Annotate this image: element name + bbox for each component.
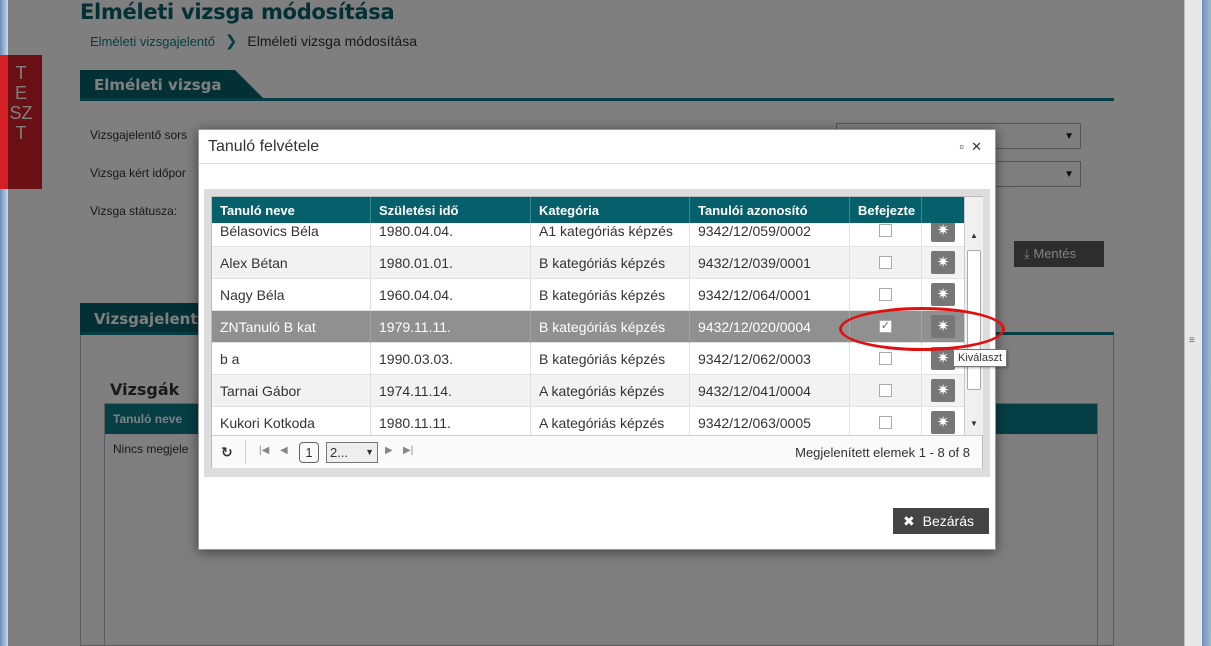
caret-down-icon: ▼ bbox=[365, 447, 374, 457]
grid-header: Tanuló neve Születési idő Kategória Tanu… bbox=[212, 197, 964, 223]
cell-birth: 1980.01.01. bbox=[371, 247, 531, 279]
cell-id: 9432/12/041/0004 bbox=[690, 375, 850, 407]
close-x-icon: ✖ bbox=[903, 513, 915, 529]
cell-name: b a bbox=[212, 343, 371, 375]
cell-done bbox=[850, 375, 922, 407]
pager-divider bbox=[245, 440, 246, 464]
scroll-grip-icon: ≡ bbox=[1189, 335, 1195, 346]
cell-birth: 1990.03.03. bbox=[371, 343, 531, 375]
window-scrollbar[interactable]: ≡ bbox=[1184, 0, 1211, 646]
scroll-down-icon[interactable]: ▼ bbox=[970, 419, 978, 428]
cell-id: 9432/12/039/0001 bbox=[690, 247, 850, 279]
cell-birth: 1974.11.14. bbox=[371, 375, 531, 407]
magic-wand-icon[interactable]: ✷ bbox=[931, 379, 955, 402]
cell-id: 9342/12/064/0001 bbox=[690, 279, 850, 311]
cell-action: ✷ bbox=[922, 407, 964, 435]
close-button-label: Bezárás bbox=[922, 513, 974, 529]
cell-name: ZNTanuló B kat bbox=[212, 311, 371, 343]
cell-id: 9342/12/062/0003 bbox=[690, 343, 850, 375]
cell-name: Alex Bétan bbox=[212, 247, 371, 279]
column-name[interactable]: Tanuló neve bbox=[212, 197, 371, 223]
close-button[interactable]: ✖ Bezárás bbox=[893, 508, 989, 534]
magic-wand-icon[interactable]: ✷ bbox=[931, 223, 955, 242]
cell-done bbox=[850, 407, 922, 435]
cell-birth: 1979.11.11. bbox=[371, 311, 531, 343]
table-row[interactable]: Bélasovics Béla 1980.04.04. A1 kategóriás … bbox=[212, 223, 964, 247]
cell-done bbox=[850, 223, 922, 247]
cell-action: ✷ bbox=[922, 223, 964, 247]
page-size-select[interactable]: 2... ▼ bbox=[326, 442, 378, 463]
done-checkbox[interactable] bbox=[879, 384, 892, 397]
window-frame-right bbox=[1202, 0, 1211, 646]
refresh-icon[interactable]: ↻ bbox=[221, 444, 233, 461]
cell-birth: 1960.04.04. bbox=[371, 279, 531, 311]
cell-name: Tarnai Gábor bbox=[212, 375, 371, 407]
magic-wand-icon[interactable]: ✷ bbox=[931, 283, 955, 306]
table-row[interactable]: Nagy Béla 1960.04.04. B kategóriás képzés 9… bbox=[212, 279, 964, 311]
done-checkbox[interactable] bbox=[879, 256, 892, 269]
cell-id: 9432/12/020/0004 bbox=[690, 311, 850, 343]
column-action bbox=[922, 197, 964, 223]
current-page[interactable]: 1 bbox=[299, 442, 319, 463]
column-category[interactable]: Kategória bbox=[531, 197, 690, 223]
cell-category: B kategóriás képzés bbox=[531, 311, 690, 343]
cell-done bbox=[850, 247, 922, 279]
done-checkbox[interactable] bbox=[879, 288, 892, 301]
cell-name: Nagy Béla bbox=[212, 279, 371, 311]
next-page-icon[interactable]: ▶ bbox=[385, 445, 393, 456]
scroll-up-icon[interactable]: ▲ bbox=[970, 231, 978, 240]
cell-birth: 1980.11.11. bbox=[371, 407, 531, 435]
dialog-header: Tanuló felvétele ▫ ✕ bbox=[199, 130, 995, 164]
cell-category: A kategóriás képzés bbox=[531, 407, 690, 435]
column-birth[interactable]: Születési idő bbox=[371, 197, 531, 223]
magic-wand-icon[interactable]: ✷ bbox=[931, 411, 955, 434]
table-row[interactable]: Tarnai Gábor 1974.11.14. A kategóriás képz… bbox=[212, 375, 964, 407]
column-id[interactable]: Tanulói azonosító bbox=[690, 197, 850, 223]
done-checkbox[interactable] bbox=[879, 416, 892, 429]
cell-action: ✷ bbox=[922, 375, 964, 407]
select-tooltip: Kiválaszt bbox=[953, 349, 1008, 367]
last-page-icon[interactable]: ▶| bbox=[403, 445, 413, 456]
cell-name: Bélasovics Béla bbox=[212, 223, 371, 247]
prev-page-icon[interactable]: ◀ bbox=[280, 445, 288, 456]
cell-category: B kategóriás képzés bbox=[531, 343, 690, 375]
grid-pager: ↻ |◀ ◀ 1 2... ▼ ▶ ▶| Megjelenített eleme… bbox=[212, 435, 982, 468]
pager-info: Megjelenített elemek 1 - 8 of 8 bbox=[795, 445, 970, 460]
cell-category: A kategóriás képzés bbox=[531, 375, 690, 407]
done-checkbox[interactable] bbox=[879, 352, 892, 365]
cell-birth: 1980.04.04. bbox=[371, 223, 531, 247]
table-row[interactable]: Kukori Kotkoda 1980.11.11. A kategóriás ké… bbox=[212, 407, 964, 435]
cell-category: B kategóriás képzés bbox=[531, 247, 690, 279]
page-size-value: 2... bbox=[330, 445, 349, 460]
maximize-icon[interactable]: ▫ bbox=[959, 139, 964, 154]
magic-wand-icon[interactable]: ✷ bbox=[931, 251, 955, 274]
table-row[interactable]: Alex Bétan 1980.01.01. B kategóriás képzés… bbox=[212, 247, 964, 279]
cell-name: Kukori Kotkoda bbox=[212, 407, 371, 435]
highlight-annotation bbox=[839, 307, 1005, 351]
cell-category: B kategóriás képzés bbox=[531, 279, 690, 311]
close-icon[interactable]: ✕ bbox=[971, 139, 982, 155]
cell-category: A1 kategóriás képzés bbox=[531, 223, 690, 247]
table-row[interactable]: b a 1990.03.03. B kategóriás képzés 9342/12… bbox=[212, 343, 964, 375]
cell-action: ✷ bbox=[922, 247, 964, 279]
dialog-title: Tanuló felvétele bbox=[208, 138, 320, 155]
cell-id: 9342/12/059/0002 bbox=[690, 223, 850, 247]
cell-id: 9342/12/063/0005 bbox=[690, 407, 850, 435]
done-checkbox[interactable] bbox=[879, 224, 892, 237]
first-page-icon[interactable]: |◀ bbox=[259, 445, 269, 456]
column-done[interactable]: Befejezte bbox=[850, 197, 922, 223]
